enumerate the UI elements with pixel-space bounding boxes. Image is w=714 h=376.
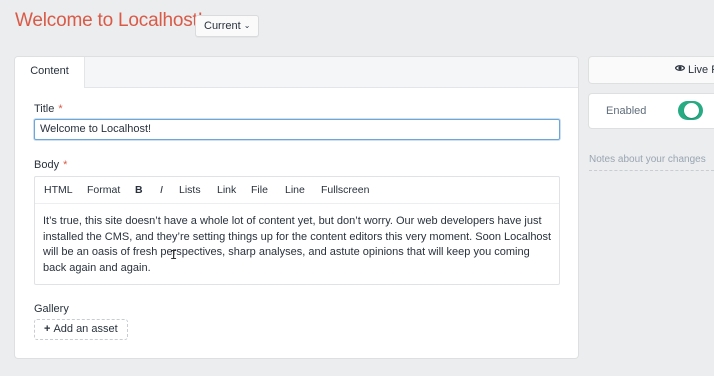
plus-icon: + [44, 323, 51, 335]
text-cursor-icon: I [170, 248, 178, 262]
body-rich-text-editor[interactable]: HTML Format B I Lists Link File Line Ful… [34, 176, 560, 285]
body-field-label: Body * [34, 159, 67, 171]
tab-content[interactable]: Content [15, 57, 85, 88]
toolbar-format-button[interactable]: Format [87, 177, 120, 204]
toolbar-file-button[interactable]: File [251, 177, 268, 204]
revision-label: Current [204, 20, 241, 32]
add-asset-label: Add an asset [53, 323, 118, 335]
editor-content-area[interactable]: It’s true, this site doesn’t have a whol… [43, 214, 553, 276]
title-input[interactable]: Welcome to Localhost! [34, 119, 560, 140]
content-pane: Content Title * Welcome to Localhost! Bod… [15, 57, 578, 358]
add-asset-button[interactable]: + Add an asset [34, 319, 128, 340]
toggle-knob [684, 103, 699, 118]
tab-strip: Content [15, 57, 578, 88]
revision-menu-button[interactable]: Current ⌄ [195, 15, 260, 37]
title-field-label: Title * [34, 103, 63, 115]
required-indicator: * [58, 103, 63, 115]
enabled-toggle[interactable] [678, 101, 703, 120]
toolbar-lists-button[interactable]: Lists [179, 177, 201, 204]
toolbar-italic-button[interactable]: I [160, 177, 163, 204]
editor-toolbar: HTML Format B I Lists Link File Line Ful… [35, 177, 559, 204]
enabled-label: Enabled [606, 105, 647, 117]
eye-icon [674, 57, 686, 83]
toolbar-line-button[interactable]: Line [285, 177, 305, 204]
chevron-down-icon: ⌄ [243, 21, 251, 30]
live-preview-button[interactable]: Live P [589, 57, 714, 83]
body-label-text: Body [34, 159, 60, 171]
toolbar-link-button[interactable]: Link [217, 177, 236, 204]
gallery-field-label: Gallery [34, 303, 69, 315]
toolbar-fullscreen-button[interactable]: Fullscreen [321, 177, 369, 204]
required-indicator: * [63, 159, 68, 171]
title-label-text: Title [34, 103, 55, 115]
revision-notes-input[interactable]: Notes about your changes [589, 152, 714, 171]
live-preview-label: Live P [688, 64, 714, 76]
toolbar-html-button[interactable]: HTML [44, 177, 73, 204]
entry-settings-pane: Enabled [589, 94, 714, 128]
page-title: Welcome to Localhost! [15, 10, 203, 31]
body-paragraph: It’s true, this site doesn’t have a whol… [43, 215, 552, 274]
toolbar-bold-button[interactable]: B [135, 177, 143, 204]
